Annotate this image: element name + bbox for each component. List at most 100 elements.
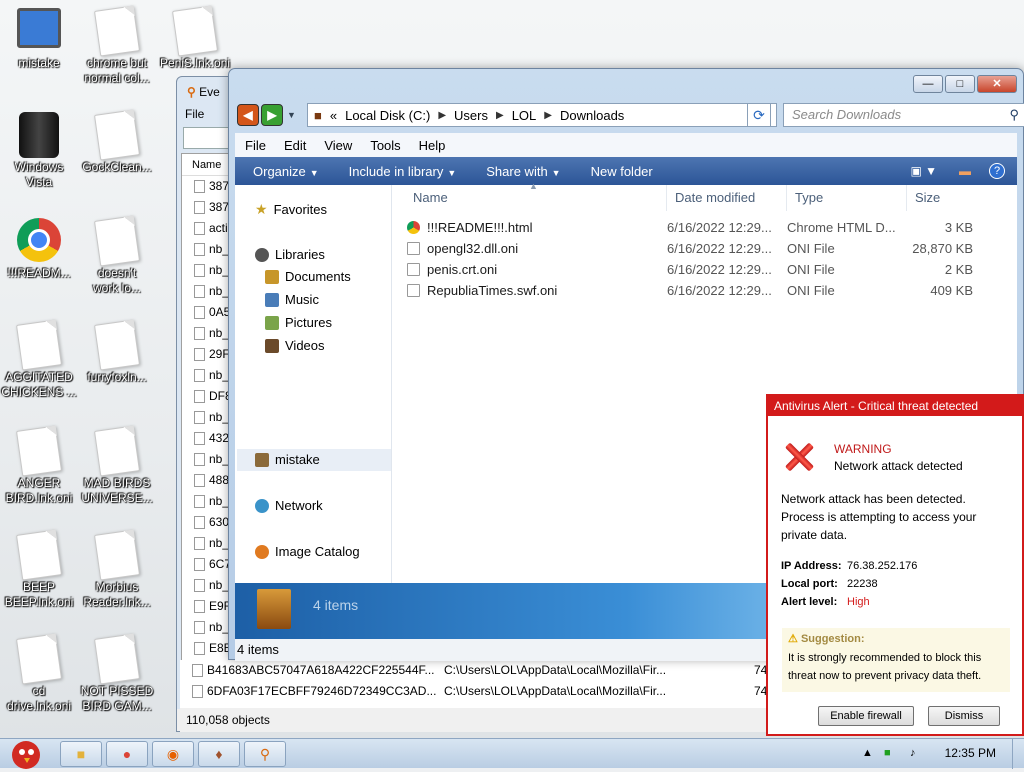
menu-tools[interactable]: Tools bbox=[370, 138, 400, 153]
breadcrumb-lol[interactable]: LOL bbox=[512, 108, 537, 123]
show-hidden-icons[interactable]: ▲ bbox=[862, 747, 873, 759]
help-icon[interactable]: ? bbox=[989, 163, 1005, 179]
desktop-icon-anger-bird[interactable]: ANGER BIRD.lnk.oni bbox=[0, 425, 78, 506]
show-desktop-button[interactable] bbox=[1012, 739, 1024, 769]
desktop-icon-mad-birds[interactable]: MAD BIRDS UNIVERSE... bbox=[78, 425, 156, 506]
firefox-icon: ◉ bbox=[166, 746, 180, 762]
minimize-button[interactable]: — bbox=[913, 75, 943, 93]
desktop-icon-beep-beep[interactable]: BEEP BEEP.lnk.oni bbox=[0, 529, 78, 610]
everything-menu-file[interactable]: File bbox=[185, 107, 204, 121]
folder-icon bbox=[257, 589, 291, 629]
enable-firewall-button[interactable]: Enable firewall bbox=[818, 706, 914, 726]
computer-icon bbox=[16, 8, 62, 54]
desktop-icon-mistake[interactable]: mistake bbox=[0, 8, 78, 71]
share-with-button[interactable]: Share with ▼ bbox=[486, 164, 560, 179]
nav-libraries[interactable]: Libraries bbox=[255, 247, 325, 262]
volume-icon[interactable]: ♪ bbox=[910, 747, 916, 759]
chevron-right-icon[interactable]: ▶ bbox=[438, 110, 446, 121]
organize-button[interactable]: Organize ▼ bbox=[253, 164, 319, 179]
file-size: 2 KB bbox=[944, 262, 973, 277]
breadcrumb-users[interactable]: Users bbox=[454, 108, 488, 123]
nav-pictures[interactable]: Pictures bbox=[265, 315, 332, 330]
column-date-modified[interactable]: Date modified bbox=[667, 185, 787, 211]
taskbar-explorer-button[interactable]: ■ bbox=[60, 741, 102, 767]
nav-music[interactable]: Music bbox=[265, 292, 319, 307]
breadcrumb-overflow[interactable]: « bbox=[330, 108, 337, 123]
menu-bar: File Edit View Tools Help bbox=[235, 133, 1017, 157]
desktop-icon-doesnt-work[interactable]: doesn't work lo... bbox=[78, 215, 156, 296]
nav-favorites[interactable]: ★ Favorites bbox=[255, 201, 327, 218]
include-in-library-button[interactable]: Include in library ▼ bbox=[349, 164, 457, 179]
refresh-button[interactable]: ⟳ bbox=[747, 103, 771, 127]
column-size[interactable]: Size bbox=[907, 185, 987, 211]
nav-mistake[interactable]: mistake bbox=[255, 452, 320, 467]
file-row[interactable]: RepubliaTimes.swf.oni 6/16/2022 12:29... O… bbox=[403, 280, 1003, 301]
menu-help[interactable]: Help bbox=[419, 138, 446, 153]
chrome-icon: ● bbox=[122, 746, 132, 762]
nav-network[interactable]: Network bbox=[255, 498, 323, 513]
file-icon bbox=[194, 579, 205, 593]
menu-view[interactable]: View bbox=[324, 138, 352, 153]
desktop-icon-readme[interactable]: !!!READM... bbox=[0, 218, 78, 281]
image-catalog-icon bbox=[255, 544, 269, 559]
recent-pages-icon[interactable]: ▼ bbox=[287, 110, 296, 120]
file-icon bbox=[194, 264, 205, 278]
new-folder-button[interactable]: New folder bbox=[591, 164, 653, 179]
desktop-icon-chrome-but-normal[interactable]: chrome but normal col... bbox=[78, 5, 156, 86]
preview-pane-icon[interactable]: ▬ bbox=[959, 164, 971, 178]
desktop-icon-not-pissed-bird[interactable]: NOT PISSED BIRD GAM... bbox=[78, 633, 156, 714]
everything-long-rows: B41683ABC57047A618A422CF225544F... C:\Us… bbox=[180, 660, 770, 732]
desktop-icon-windows-vista[interactable]: Windows Vista bbox=[0, 112, 78, 190]
file-icon bbox=[194, 600, 205, 614]
breadcrumb-local-disk[interactable]: Local Disk (C:) bbox=[345, 108, 430, 123]
file-icon bbox=[93, 319, 141, 371]
star-icon: ★ bbox=[255, 201, 268, 217]
column-type[interactable]: Type bbox=[787, 185, 907, 211]
desktop-icon-morbius-reader[interactable]: Morbius Reader.lnk... bbox=[78, 529, 156, 610]
chrome-icon bbox=[16, 218, 62, 264]
homegroup-icon bbox=[255, 452, 269, 467]
breadcrumb-downloads[interactable]: Downloads bbox=[560, 108, 624, 123]
nav-documents[interactable]: Documents bbox=[265, 269, 351, 284]
local-port-row: Local port: 22238 bbox=[781, 578, 878, 590]
nav-videos[interactable]: Videos bbox=[265, 338, 325, 353]
chevron-right-icon[interactable]: ▶ bbox=[544, 110, 552, 121]
desktop-icon-aggitated-chickens[interactable]: AGGITATED CHICKENS ... bbox=[0, 319, 78, 400]
desktop-icon-penis-lnk[interactable]: PeniS.lnk.oni bbox=[156, 5, 234, 71]
close-button[interactable]: ✕ bbox=[977, 75, 1017, 93]
view-options-icon[interactable]: ▣ ▼ bbox=[910, 164, 937, 178]
file-name: opengl32.dll.oni bbox=[427, 241, 519, 256]
address-bar[interactable]: ■ « Local Disk (C:) ▶ Users ▶ LOL ▶ Down… bbox=[307, 103, 777, 127]
taskbar-program-button[interactable]: ♦ bbox=[198, 741, 240, 767]
menu-edit[interactable]: Edit bbox=[284, 138, 306, 153]
file-row[interactable]: penis.crt.oni 6/16/2022 12:29... ONI File 2… bbox=[403, 259, 1003, 280]
desktop-icon-cd-drive[interactable]: cd drive.lnk.oni bbox=[0, 633, 78, 714]
back-button[interactable]: ◀ bbox=[237, 104, 259, 126]
maximize-button[interactable]: □ bbox=[945, 75, 975, 93]
list-item[interactable]: 6DFA03F17ECBFF79246D72349CC3AD... C:\Use… bbox=[180, 681, 770, 702]
search-input[interactable]: Search Downloads ⚲ bbox=[783, 103, 1024, 127]
antivirus-alert[interactable]: Antivirus Alert - Critical threat detect… bbox=[766, 394, 1024, 736]
ip-address-row: IP Address: 76.38.252.176 bbox=[781, 560, 918, 572]
alert-warning: WARNING bbox=[834, 442, 892, 456]
network-icon bbox=[255, 498, 269, 513]
desktop-icon-label: !!!READM... bbox=[7, 266, 71, 280]
forward-button[interactable]: ▶ bbox=[261, 104, 283, 126]
network-tray-icon[interactable]: ■ bbox=[884, 747, 891, 759]
chevron-right-icon[interactable]: ▶ bbox=[496, 110, 504, 121]
command-bar: Organize ▼ Include in library ▼ Share with… bbox=[235, 157, 1017, 185]
taskbar-everything-button[interactable]: ⚲ bbox=[244, 741, 286, 767]
dismiss-button[interactable]: Dismiss bbox=[928, 706, 1000, 726]
file-row[interactable]: !!!README!!!.html 6/16/2022 12:29... Chrom… bbox=[403, 217, 1003, 238]
taskbar-firefox-button[interactable]: ◉ bbox=[152, 741, 194, 767]
clock[interactable]: 12:35 PM bbox=[945, 746, 996, 760]
list-item[interactable]: B41683ABC57047A618A422CF225544F... C:\Us… bbox=[180, 660, 770, 681]
nav-image-catalog[interactable]: Image Catalog bbox=[255, 544, 360, 559]
menu-file[interactable]: File bbox=[245, 138, 266, 153]
search-icon[interactable]: ⚲ bbox=[1009, 104, 1019, 126]
taskbar-chrome-button[interactable]: ● bbox=[106, 741, 148, 767]
desktop-icon-furryfox[interactable]: furryfoxln... bbox=[78, 319, 156, 385]
file-row[interactable]: opengl32.dll.oni 6/16/2022 12:29... ONI Fi… bbox=[403, 238, 1003, 259]
desktop-icon-gockclean[interactable]: GockClean... bbox=[78, 109, 156, 175]
start-button[interactable] bbox=[4, 737, 50, 769]
